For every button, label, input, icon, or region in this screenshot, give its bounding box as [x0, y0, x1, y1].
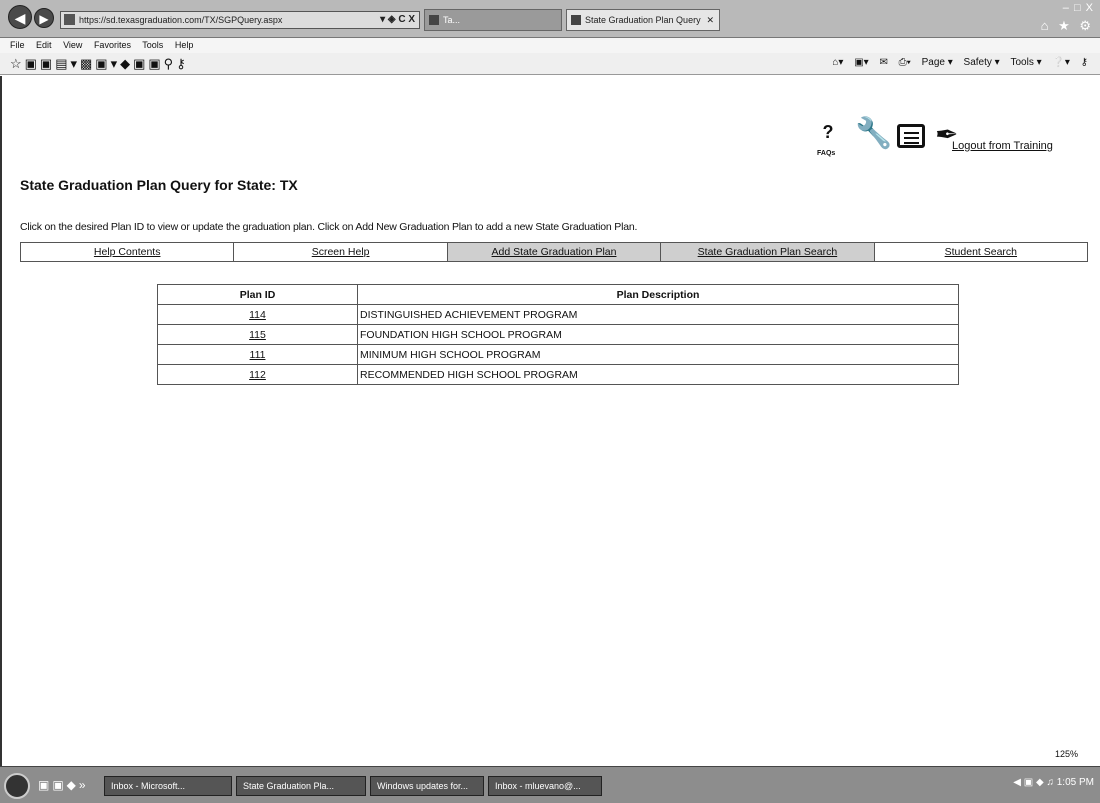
plan-table: Plan ID Plan Description 114 DISTINGUISH… — [157, 284, 959, 385]
screen-help-link[interactable]: Screen Help — [234, 243, 448, 261]
add-state-graduation-plan-link[interactable]: Add State Graduation Plan — [447, 243, 662, 261]
plan-id-cell: 112 — [157, 364, 358, 385]
taskbar-item[interactable]: Inbox - mluevano@... — [488, 776, 602, 796]
plan-description-cell: RECOMMENDED HIGH SCHOOL PROGRAM — [357, 364, 959, 385]
address-text: https://sd.texasgraduation.com/TX/SGPQue… — [79, 15, 283, 25]
menu-bar: File Edit View Favorites Tools Help — [0, 38, 1100, 53]
page-menu[interactable]: Page ▾ — [922, 57, 953, 68]
tab-icon — [429, 15, 439, 25]
back-button[interactable]: ◀ — [8, 5, 32, 29]
print-icon[interactable]: ⎙▾ — [899, 57, 911, 68]
taskbar-item[interactable]: Windows updates for... — [370, 776, 484, 796]
browser-tab-active[interactable]: State Graduation Plan Query ✕ — [566, 9, 720, 31]
help-icon[interactable]: ❔▾ — [1052, 57, 1069, 68]
feeds-icon[interactable]: ▣▾ — [854, 57, 868, 68]
safety-menu[interactable]: Safety ▾ — [964, 57, 1000, 68]
plan-id-cell: 115 — [157, 324, 358, 345]
plan-id-cell: 114 — [157, 304, 358, 325]
tools-icon[interactable]: 🔧 — [855, 116, 892, 151]
plan-description-header: Plan Description — [357, 284, 959, 305]
page-content: ? FAQs 🔧 ✒ Logout from Training State Gr… — [0, 76, 1100, 766]
plan-id-link[interactable]: 111 — [250, 349, 266, 361]
menu-favorites[interactable]: Favorites — [94, 40, 131, 50]
table-row: 112 RECOMMENDED HIGH SCHOOL PROGRAM — [157, 364, 959, 385]
zoom-level[interactable]: 125% — [1055, 749, 1078, 759]
forward-button[interactable]: ▶ — [34, 8, 54, 28]
clock[interactable]: 1:05 PM — [1057, 777, 1094, 788]
help-contents-link[interactable]: Help Contents — [21, 243, 235, 261]
menu-help[interactable]: Help — [175, 40, 194, 50]
table-header-row: Plan ID Plan Description — [157, 284, 959, 305]
plan-id-cell: 111 — [157, 344, 358, 365]
plan-description-cell: FOUNDATION HIGH SCHOOL PROGRAM — [357, 324, 959, 345]
student-search-link[interactable]: Student Search — [875, 243, 1087, 261]
plan-id-header: Plan ID — [157, 284, 358, 305]
faqs-label: FAQs — [817, 150, 836, 157]
plan-id-link[interactable]: 112 — [249, 369, 266, 381]
taskbar: 125% ▣▣◆» Inbox - Microsoft... State Gra… — [0, 749, 1100, 803]
action-nav-bar: Help Contents Screen Help Add State Grad… — [20, 242, 1088, 262]
home-favorites-icons[interactable]: ⌂ ★ ⚙ — [1041, 18, 1094, 34]
system-tray: ◀ ▣ ◆ ♫ 1:05 PM — [1013, 777, 1094, 788]
table-row: 114 DISTINGUISHED ACHIEVEMENT PROGRAM — [157, 304, 959, 325]
document-icon[interactable] — [897, 124, 925, 148]
command-bar-right: ⌂▾ ▣▾ ✉ ⎙▾ Page ▾ Safety ▾ Tools ▾ ❔▾ ⚷ — [824, 57, 1088, 68]
taskbar-item[interactable]: State Graduation Pla... — [236, 776, 366, 796]
browser-title-bar: ◀ ▶ https://sd.texasgraduation.com/TX/SG… — [0, 0, 1100, 38]
menu-file[interactable]: File — [10, 40, 25, 50]
table-row: 115 FOUNDATION HIGH SCHOOL PROGRAM — [157, 324, 959, 345]
faqs-icon[interactable]: ? FAQs — [817, 122, 839, 157]
instructions-text: Click on the desired Plan ID to view or … — [20, 221, 638, 233]
address-bar[interactable]: https://sd.texasgraduation.com/TX/SGPQue… — [60, 11, 420, 29]
state-graduation-plan-search-link[interactable]: State Graduation Plan Search — [661, 243, 875, 261]
plan-description-cell: DISTINGUISHED ACHIEVEMENT PROGRAM — [357, 304, 959, 325]
page-icon — [64, 14, 75, 25]
menu-tools[interactable]: Tools — [142, 40, 163, 50]
tab-label: State Graduation Plan Query — [585, 15, 701, 25]
mail-icon[interactable]: ✉ — [879, 57, 887, 68]
start-button[interactable] — [4, 773, 30, 799]
tray-icons[interactable]: ◀ ▣ ◆ ♫ — [1013, 777, 1056, 788]
quick-launch-icons[interactable]: ▣▣◆» — [38, 778, 89, 792]
taskbar-item[interactable]: Inbox - Microsoft... — [104, 776, 232, 796]
plan-description-cell: MINIMUM HIGH SCHOOL PROGRAM — [357, 344, 959, 365]
plan-id-link[interactable]: 114 — [249, 309, 266, 321]
research-icon[interactable]: ⚷ — [1081, 57, 1088, 68]
command-bar: ☆▣▣▤▾▩▣▾◆▣▣⚲⚷ ⌂▾ ▣▾ ✉ ⎙▾ Page ▾ Safety ▾… — [0, 53, 1100, 75]
address-controls[interactable]: ▾ ◈ C X — [380, 12, 415, 28]
window-controls[interactable]: – □ X — [1063, 2, 1094, 14]
menu-view[interactable]: View — [63, 40, 82, 50]
browser-tab[interactable]: Ta... — [424, 9, 562, 31]
page-title: State Graduation Plan Query for State: T… — [20, 177, 298, 193]
table-row: 111 MINIMUM HIGH SCHOOL PROGRAM — [157, 344, 959, 365]
tools-menu[interactable]: Tools ▾ — [1010, 57, 1041, 68]
menu-edit[interactable]: Edit — [36, 40, 52, 50]
home-icon[interactable]: ⌂▾ — [832, 57, 843, 68]
tab-icon — [571, 15, 581, 25]
tab-close-icon[interactable]: ✕ — [706, 10, 714, 30]
favorites-bar-icons[interactable]: ☆▣▣▤▾▩▣▾◆▣▣⚲⚷ — [10, 56, 189, 72]
plan-id-link[interactable]: 115 — [249, 329, 266, 341]
tab-label: Ta... — [443, 15, 461, 25]
logout-link[interactable]: Logout from Training — [952, 140, 1053, 152]
